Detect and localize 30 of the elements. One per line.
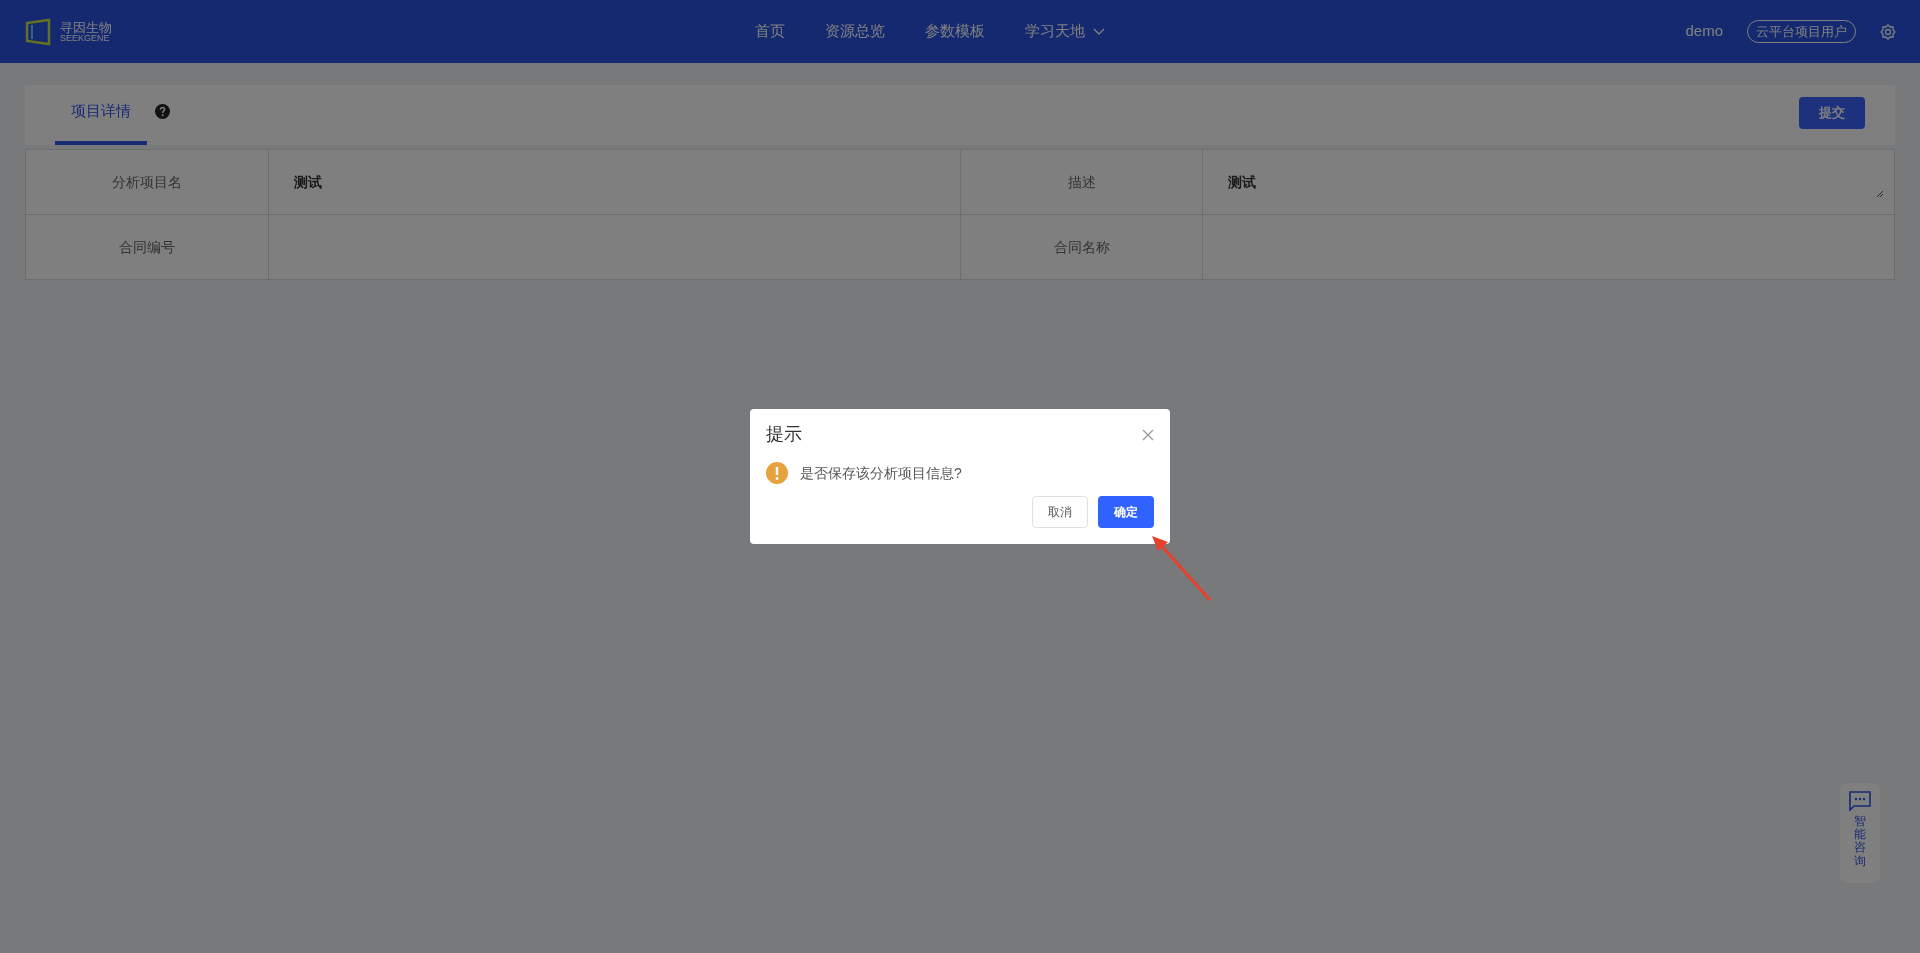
logo-icon <box>24 17 52 46</box>
input-field[interactable]: 测试 <box>269 150 961 215</box>
settings-icon[interactable] <box>1880 23 1896 40</box>
tab[interactable]: 项目详情 <box>55 81 147 145</box>
help-icon[interactable] <box>155 103 170 119</box>
close-icon[interactable] <box>1142 428 1154 441</box>
warning-icon <box>766 462 788 484</box>
logo-subtext: SEEKGENE <box>60 33 112 43</box>
confirm-button[interactable]: 确定 <box>1098 496 1154 528</box>
chevron-down-icon <box>1093 27 1105 36</box>
logo-text: 寻因生物 <box>60 20 112 34</box>
user-name[interactable]: demo <box>1685 20 1723 43</box>
assistant-label: 智能咨询 <box>1854 815 1866 868</box>
nav-link[interactable]: 学习天地 <box>1025 20 1105 43</box>
textarea-field[interactable]: 测试 <box>1203 150 1895 215</box>
chat-icon <box>1849 791 1871 811</box>
submit-button[interactable]: 提交 <box>1799 97 1865 129</box>
arrow-drawing <box>1152 536 1212 602</box>
field-label: 描述 <box>961 150 1203 215</box>
nav-link[interactable]: 资源总览 <box>825 20 885 43</box>
assistant-button[interactable]: 智能咨询 <box>1840 783 1880 883</box>
nav-link[interactable]: 首页 <box>755 20 785 43</box>
resize-handle-icon[interactable] <box>1876 190 1884 198</box>
dialog-message: 是否保存该分析项目信息? <box>800 463 962 483</box>
nav-link[interactable]: 参数模板 <box>925 20 985 43</box>
cancel-button[interactable]: 取消 <box>1032 496 1088 528</box>
field-label: 合同名称 <box>961 215 1203 280</box>
dialog-title: 提示 <box>766 423 802 446</box>
field-label: 合同编号 <box>26 215 269 280</box>
field-label: 分析项目名 <box>26 150 269 215</box>
